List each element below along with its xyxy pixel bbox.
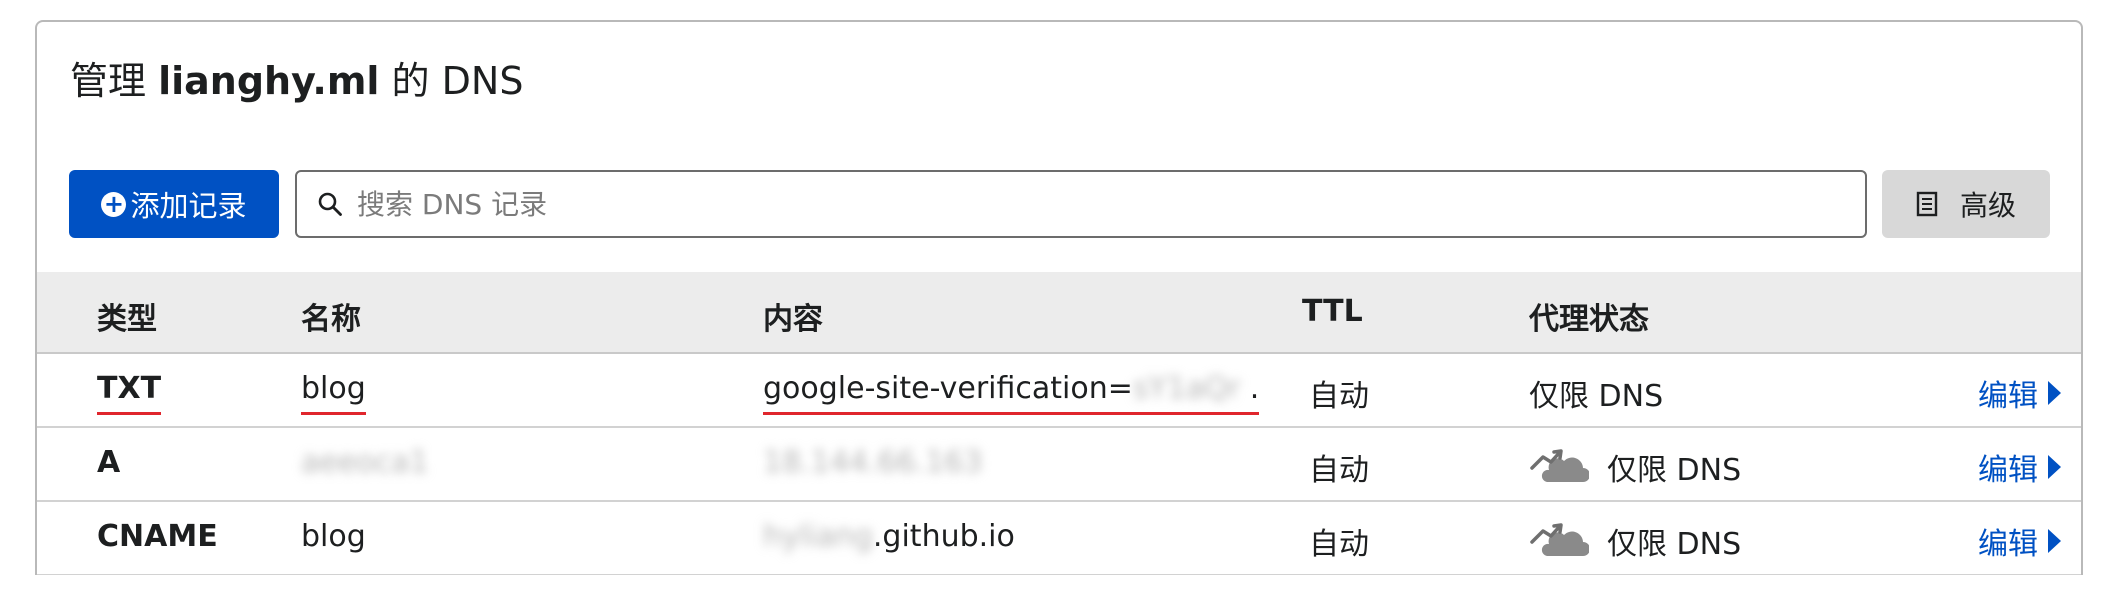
record-name-redacted: aeeoca1	[301, 445, 429, 480]
search-input[interactable]	[355, 186, 1839, 222]
record-content: hyliang.github.io	[763, 519, 1015, 554]
table-row[interactable]: TXT blog google-site-verification=sY1aQr…	[37, 354, 2081, 428]
column-header-content[interactable]: 内容	[763, 294, 823, 338]
proxy-status-label: 仅限 DNS	[1607, 527, 1742, 562]
truncation-dot: .	[1240, 371, 1260, 406]
search-box[interactable]	[295, 170, 1867, 238]
record-content-text: .github.io	[872, 519, 1015, 554]
document-icon	[1916, 191, 1938, 217]
edit-label: 编辑	[1978, 527, 2038, 562]
redacted-value: sY1aQr	[1132, 371, 1241, 406]
table-row[interactable]: A aeeoca1 18.144.66.163 自动 仅限 DNS 编辑	[37, 428, 2081, 502]
caret-right-icon	[2048, 529, 2061, 553]
add-record-label: 添加记录	[130, 189, 247, 223]
advanced-label: 高级	[1959, 189, 2016, 222]
record-content-text: google-site-verification=	[763, 371, 1133, 406]
search-icon	[317, 191, 343, 217]
dns-only-cloud-icon	[1529, 522, 1589, 560]
plus-circle-icon: +	[101, 191, 127, 217]
record-type: TXT	[97, 371, 162, 415]
record-content-redacted: 18.144.66.163	[763, 445, 983, 480]
add-record-button[interactable]: + 添加记录	[69, 170, 279, 238]
record-proxy-status: 仅限 DNS	[1529, 379, 1664, 414]
record-type: A	[97, 445, 121, 480]
record-ttl: 自动	[1309, 379, 1369, 414]
column-header-ttl[interactable]: TTL	[1302, 294, 1363, 329]
column-header-name[interactable]: 名称	[301, 294, 361, 338]
title-prefix: 管理	[70, 59, 147, 103]
record-content: google-site-verification=sY1aQr .	[763, 371, 1260, 415]
table-header: 类型 名称 内容 TTL 代理状态	[37, 272, 2081, 354]
table-row[interactable]: CNAME blog hyliang.github.io 自动 仅限 DNS 编…	[37, 502, 2081, 575]
edit-label: 编辑	[1978, 379, 2038, 414]
caret-right-icon	[2048, 381, 2061, 405]
edit-label: 编辑	[1978, 453, 2038, 488]
edit-link[interactable]: 编辑	[1978, 371, 2061, 415]
column-header-proxy-status[interactable]: 代理状态	[1529, 294, 1649, 338]
record-proxy-status: 仅限 DNS	[1529, 445, 1741, 489]
edit-link[interactable]: 编辑	[1978, 519, 2061, 563]
record-type: CNAME	[97, 519, 218, 554]
dns-management-card: 管理 lianghy.ml 的 DNS + 添加记录 搜索 DNS 记录 高级 …	[35, 20, 2083, 575]
dns-toolbar: + 添加记录 高级	[37, 170, 2081, 240]
dns-only-cloud-icon	[1529, 448, 1589, 486]
page-title: 管理 lianghy.ml 的 DNS	[70, 58, 523, 104]
record-name: blog	[301, 371, 366, 415]
zone-domain: lianghy.ml	[158, 59, 380, 103]
caret-right-icon	[2048, 455, 2061, 479]
advanced-button[interactable]: 高级	[1882, 170, 2050, 238]
record-proxy-status: 仅限 DNS	[1529, 519, 1741, 563]
proxy-status-label: 仅限 DNS	[1607, 453, 1742, 488]
record-name: blog	[301, 519, 366, 554]
record-ttl: 自动	[1309, 527, 1369, 562]
redacted-value: hyliang	[763, 519, 873, 554]
edit-link[interactable]: 编辑	[1978, 445, 2061, 489]
column-header-type[interactable]: 类型	[97, 294, 157, 338]
title-suffix: 的 DNS	[391, 59, 524, 103]
record-ttl: 自动	[1309, 453, 1369, 488]
